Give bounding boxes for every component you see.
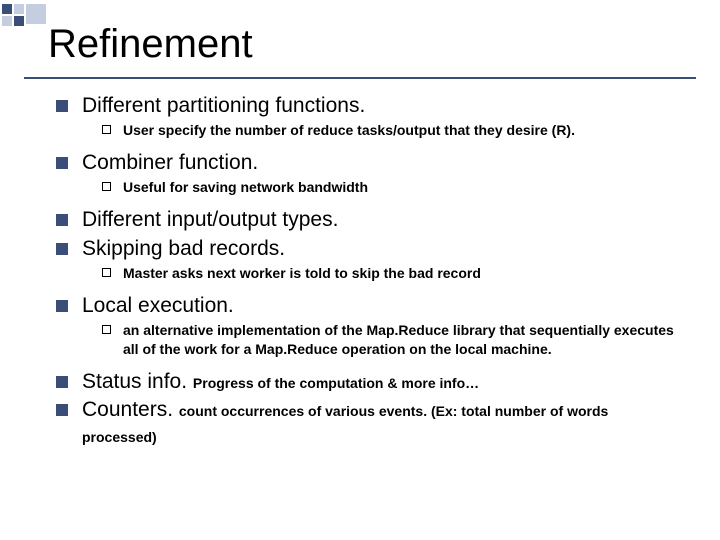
hollow-square-bullet-icon [102, 268, 111, 277]
sub-item-text: Useful for saving network bandwidth [123, 178, 368, 197]
item-text: Counters. count occurrences of various e… [82, 397, 684, 450]
item-main-text: Counters. [82, 398, 173, 421]
slide-title: Refinement [0, 0, 720, 77]
hollow-square-bullet-icon [102, 325, 111, 334]
list-item: Different input/output types. [56, 207, 684, 233]
list-item: Skipping bad records. [56, 236, 684, 262]
square-bullet-icon [56, 243, 68, 255]
list-item: Status info. Progress of the computation… [56, 369, 684, 395]
list-item: Counters. count occurrences of various e… [56, 397, 684, 450]
sub-list-item: Master asks next worker is told to skip … [102, 264, 684, 283]
sub-item-text: Master asks next worker is told to skip … [123, 264, 481, 283]
list-item: Different partitioning functions. [56, 93, 684, 119]
list-item: Local execution. [56, 293, 684, 319]
square-bullet-icon [56, 300, 68, 312]
slide-content: Different partitioning functions. User s… [0, 79, 720, 449]
sub-item-text: an alternative implementation of the Map… [123, 321, 684, 359]
item-text: Local execution. [82, 293, 234, 319]
list-item: Combiner function. [56, 150, 684, 176]
hollow-square-bullet-icon [102, 182, 111, 191]
square-bullet-icon [56, 404, 68, 416]
square-bullet-icon [56, 376, 68, 388]
sub-list-item: Useful for saving network bandwidth [102, 178, 684, 197]
item-text: Different partitioning functions. [82, 93, 365, 119]
item-text: Status info. Progress of the computation… [82, 369, 479, 395]
square-bullet-icon [56, 214, 68, 226]
square-bullet-icon [56, 100, 68, 112]
square-bullet-icon [56, 157, 68, 169]
item-text: Combiner function. [82, 150, 258, 176]
sub-item-text: User specify the number of reduce tasks/… [123, 121, 575, 140]
sub-list-item: an alternative implementation of the Map… [102, 321, 684, 359]
item-inline-desc: Progress of the computation & more info… [193, 375, 479, 391]
item-text: Different input/output types. [82, 207, 338, 233]
item-main-text: Status info. [82, 370, 187, 393]
hollow-square-bullet-icon [102, 125, 111, 134]
corner-decoration [2, 4, 46, 26]
sub-list-item: User specify the number of reduce tasks/… [102, 121, 684, 140]
item-text: Skipping bad records. [82, 236, 285, 262]
